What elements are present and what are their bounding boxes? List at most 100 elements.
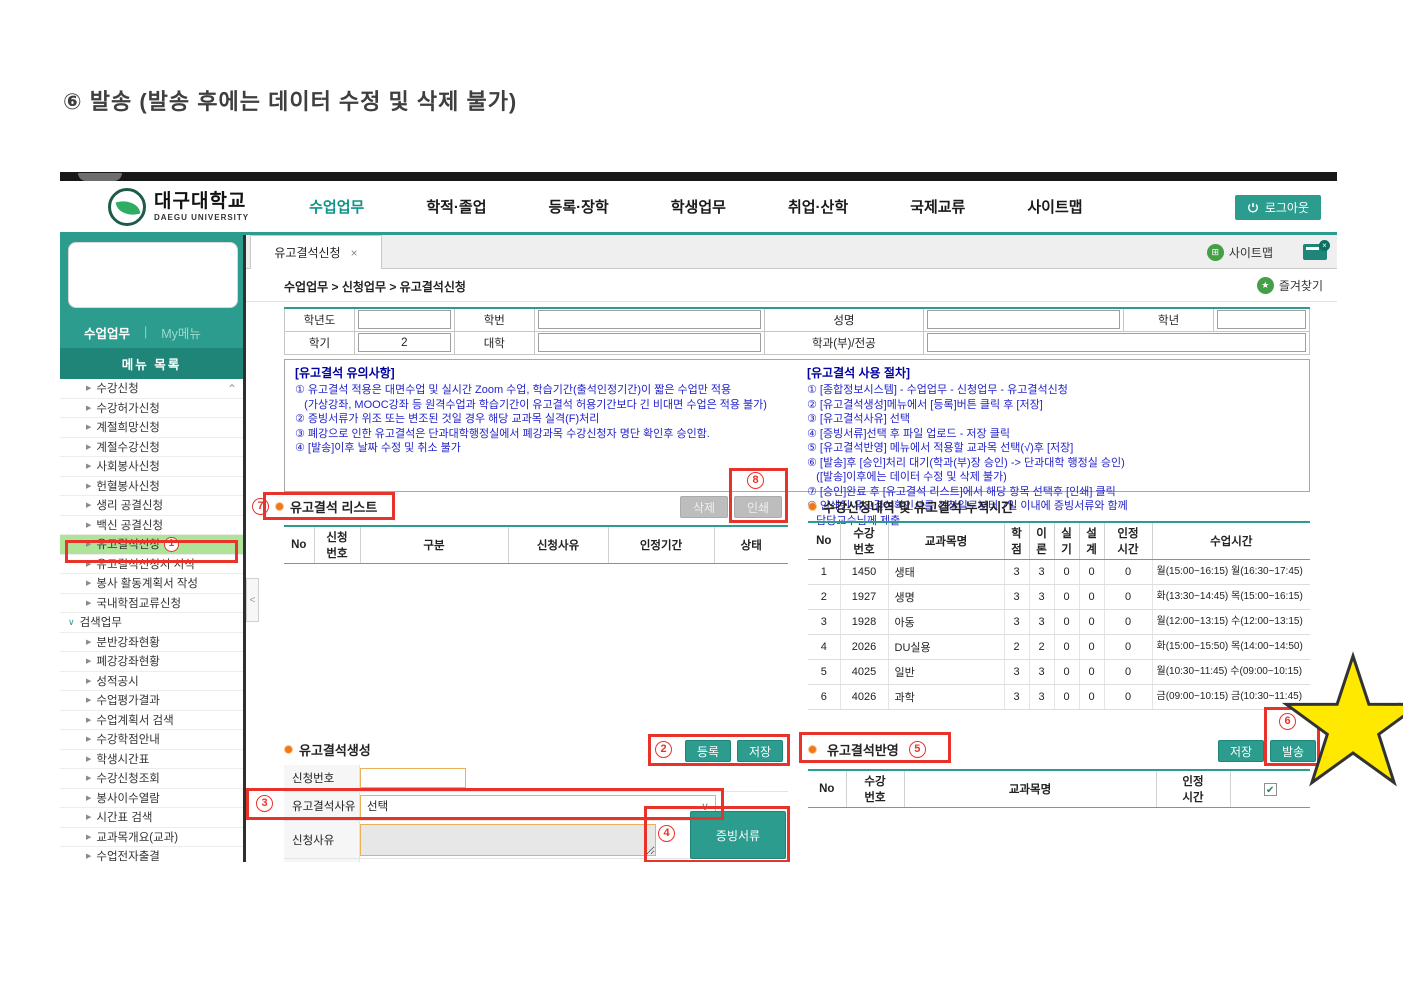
- sidebar-item[interactable]: ▶ 수강신청조회: [60, 769, 243, 789]
- table-row[interactable]: 4 2026 DU실용 2 2 0 0 0 화(15:00~15:50) 목(14:00~14:…: [808, 634, 1310, 660]
- table-row[interactable]: 2 1927 생명 3 3 0 0 0 화(13:30~14:45) 목(15:00~16:15…: [808, 584, 1310, 610]
- appno-input[interactable]: [360, 768, 466, 788]
- major-input[interactable]: [927, 333, 1306, 352]
- profile-box: [68, 242, 238, 308]
- nav-item[interactable]: 사이트맵: [1027, 196, 1082, 217]
- nav-item[interactable]: 취업·산학: [788, 196, 848, 217]
- sidebar-item[interactable]: ▶ 사회봉사신청: [60, 457, 243, 477]
- absence-list-title: 유고결석 리스트: [290, 500, 378, 515]
- sidebar-item[interactable]: ▶ 성적공시: [60, 671, 243, 691]
- table-cell: 3: [808, 609, 841, 635]
- sidebar-item[interactable]: ▶ 봉사 활동계획서 작성: [60, 574, 243, 594]
- send-button[interactable]: 발송: [1270, 740, 1316, 762]
- nav-item[interactable]: 국제교류: [910, 196, 965, 217]
- apply-section-title: 유고결석반영: [827, 743, 899, 758]
- arrow-right-icon: ▶: [86, 638, 92, 646]
- university-seal-icon: [108, 187, 146, 226]
- year-input[interactable]: [357, 310, 451, 330]
- sidebar-item[interactable]: ▶ 봉사이수열람: [60, 788, 243, 808]
- notice-line: ⑤ [유고결석반영] 메뉴에서 적용할 교과목 선택(√)후 [저장]: [807, 442, 1074, 454]
- table-row[interactable]: 1 1450 생태 3 3 0 0 0 월(15:00~16:15) 월(16:30~17:45…: [808, 559, 1310, 585]
- sidebar-item[interactable]: ▶ 분반강좌현황: [60, 632, 243, 652]
- arrow-right-icon: ▶: [86, 658, 92, 666]
- sidebar-collapse-handle[interactable]: <: [246, 578, 259, 622]
- sidebar-item[interactable]: ▶ 헌혈봉사신청: [60, 476, 243, 496]
- arrow-right-icon: ▶: [86, 814, 92, 822]
- close-all-windows-icon[interactable]: [1303, 240, 1330, 260]
- print-button[interactable]: 인쇄: [734, 496, 782, 518]
- sidebar-item[interactable]: ▶ 생리 공결신청: [60, 496, 243, 516]
- favorite-label: 즐겨찾기: [1278, 279, 1323, 293]
- annotation-number-7: 7: [252, 498, 269, 515]
- application-reason-textarea[interactable]: [360, 823, 656, 856]
- create-save-button[interactable]: 저장: [737, 740, 783, 762]
- sidebar-item[interactable]: ▶ 폐강강좌현황: [60, 652, 243, 672]
- sidebar-item[interactable]: ▶ 국내학점교류신청: [60, 593, 243, 613]
- sidebar-item-label: 학생시간표: [96, 753, 150, 766]
- scroll-up-arrow[interactable]: ⌃: [227, 382, 237, 396]
- sidebar-tab-classwork[interactable]: 수업업무: [84, 323, 130, 342]
- close-icon[interactable]: ×: [351, 246, 358, 260]
- nav-item[interactable]: 학생업무: [671, 196, 726, 217]
- delete-button[interactable]: 삭제: [680, 496, 728, 518]
- table-cell: 0: [1079, 684, 1105, 710]
- sidebar-item[interactable]: ▶ 수업전자출결: [60, 847, 243, 862]
- register-button[interactable]: 등록: [685, 740, 731, 762]
- college-label: 대학: [453, 330, 535, 355]
- grade-input[interactable]: [1217, 310, 1306, 330]
- notice-line: ② [유고결석생성]메뉴에서 [등록]버튼 클릭 후 [저장]: [807, 398, 1043, 411]
- notice-line: ③ 폐강으로 인한 유고결석은 단과대학행정실에서 폐강과목 수강신청자 명단 …: [295, 427, 710, 440]
- tab-label: 유고결석신청: [274, 246, 341, 260]
- tab-absence-application[interactable]: 유고결석신청 ×: [250, 235, 382, 269]
- absence-reason-select-value: 선택: [367, 801, 389, 813]
- table-row[interactable]: 5 4025 일반 3 3 0 0 0 월(10:30~11:45) 수(09:00~10:15…: [808, 659, 1310, 685]
- sidebar-tab-mymenu[interactable]: My메뉴: [161, 323, 201, 342]
- nav-item[interactable]: 학적·졸업: [426, 196, 486, 217]
- apply-save-button[interactable]: 저장: [1218, 740, 1264, 762]
- sitemap-link[interactable]: ⊞ 사이트맵: [1206, 243, 1273, 261]
- table-cell: 0: [1054, 559, 1080, 585]
- table-row[interactable]: 6 4026 과학 3 3 0 0 0 금(09:00~10:15) 금(10:30~11:45…: [808, 684, 1310, 710]
- absence-reason-select[interactable]: 선택 ∨: [360, 794, 716, 818]
- notice-line: ⑥ [발송]후 [승인]처리 대기(학과(부)장 승인) -> 단과대학 행정실…: [807, 456, 1125, 469]
- studentno-input[interactable]: [537, 310, 761, 330]
- table-row[interactable]: 3 1928 아동 3 3 0 0 0 월(12:00~13:15) 수(12:00~13:15…: [808, 609, 1310, 635]
- sidebar-item-label: 수업평가결과: [96, 695, 160, 708]
- name-input[interactable]: [927, 310, 1121, 330]
- sidebar-item[interactable]: ▶ 계절희망신청: [60, 418, 243, 438]
- sidebar-item[interactable]: ▶ 수강학점안내: [60, 730, 243, 750]
- table-cell: 2: [1004, 634, 1030, 660]
- arrow-right-icon: ▶: [86, 502, 92, 510]
- sidebar-item-label: 수강학점안내: [96, 734, 160, 747]
- notice-line: ① 유고결석 적용은 대면수업 및 실시간 Zoom 수업, 학습기간(출석인정…: [295, 384, 732, 396]
- sidebar-item[interactable]: ▶ 교과목개요(교과): [60, 827, 243, 847]
- sidebar-item-label: 백신 공결신청: [96, 519, 164, 532]
- college-input[interactable]: [537, 333, 761, 352]
- logout-button[interactable]: 로그아웃: [1234, 195, 1321, 220]
- main-nav: 수업업무 학적·졸업 등록·장학 학생업무 취업·산학 국제교류 사이트맵: [309, 196, 1082, 217]
- sidebar-item[interactable]: ▶ 유고결석신청 1: [60, 535, 243, 555]
- sidebar-item[interactable]: ▶ 수업평가결과: [60, 691, 243, 711]
- sidebar-item-label: 봉사이수열람: [96, 792, 160, 805]
- sidebar-item[interactable]: ▶ 수업계획서 검색: [60, 710, 243, 730]
- semester-input[interactable]: 2: [357, 333, 451, 352]
- table-cell: 0: [1079, 634, 1105, 660]
- sidebar-item[interactable]: ▶ 수강신청: [60, 379, 243, 399]
- favorite-link[interactable]: ★ 즐겨찾기: [1256, 277, 1323, 294]
- evidence-button[interactable]: 증빙서류: [690, 811, 786, 859]
- sidebar-item[interactable]: ▶ 학생시간표: [60, 749, 243, 769]
- sidebar-item[interactable]: ▶ 시간표 검색: [60, 808, 243, 828]
- sidebar-item[interactable]: ▶ 백신 공결신청: [60, 515, 243, 535]
- arrow-right-icon: ▶: [86, 385, 92, 393]
- sidebar-item[interactable]: ▶ 수강허가신청: [60, 398, 243, 418]
- sidebar-item-label: 시간표 검색: [96, 812, 153, 825]
- table-cell: 월(15:00~16:15) 월(16:30~17:45): [1152, 559, 1310, 585]
- sidebar-item[interactable]: ▶ 계절수강신청: [60, 437, 243, 457]
- sidebar-item[interactable]: ▶ 유고결석신청서 서식: [60, 554, 243, 574]
- nav-item[interactable]: 수업업무: [309, 196, 364, 217]
- select-all-checkbox[interactable]: ✔: [1263, 782, 1277, 796]
- table-cell: 3: [1004, 659, 1030, 685]
- sidebar-item[interactable]: ∨ 검색업무: [60, 613, 243, 633]
- nav-item[interactable]: 등록·장학: [549, 196, 609, 217]
- arrow-right-icon: ▶: [86, 580, 92, 588]
